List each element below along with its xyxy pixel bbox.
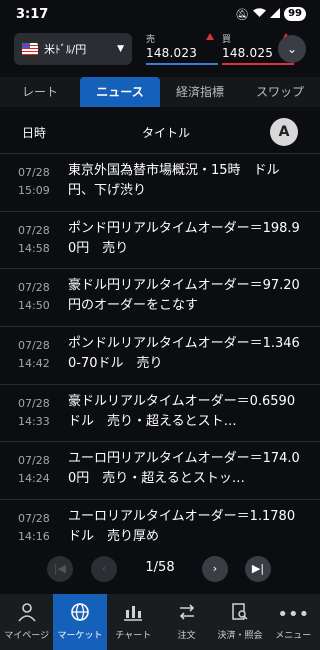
news-datetime: 07/28 14:50: [18, 279, 50, 315]
status-time: 3:17: [16, 7, 49, 22]
nav-order[interactable]: 注文: [160, 594, 213, 650]
news-title: ユーロ円リアルタイムオーダー＝174.00円 売り・超えるとストッ…: [68, 451, 300, 487]
bid-underline: [146, 63, 218, 65]
news-datetime: 07/28 14:42: [18, 337, 50, 373]
nav-label: マイページ: [4, 631, 50, 641]
news-date: 07/28: [18, 396, 50, 410]
wifi-icon: [253, 7, 267, 21]
nav-chart[interactable]: チャート: [107, 594, 160, 650]
news-table-header: 日時 タイトル A: [0, 108, 320, 154]
nav-label: 注文: [177, 631, 196, 641]
chevron-right-icon: ›: [212, 562, 218, 575]
bid-quote[interactable]: 売 148.023: [146, 32, 218, 65]
expand-button[interactable]: ⌄: [278, 35, 306, 63]
news-datetime: 07/28 14:58: [18, 222, 50, 258]
font-size-button[interactable]: A: [270, 118, 298, 146]
more-icon: •••: [277, 604, 310, 625]
last-page-button[interactable]: ▶|: [245, 556, 271, 582]
nav-label: チャート: [115, 631, 152, 641]
status-bar: 3:17 🔕︎ 99: [0, 0, 320, 30]
news-item[interactable]: 07/28 14:50 豪ドル円リアルタイムオーダー＝97.20円のオーダーをこな…: [0, 269, 320, 328]
news-title: 豪ドルリアルタイムオーダー＝0.6590ドル 売り・超えるとスト…: [68, 393, 296, 429]
nav-menu[interactable]: ••• メニュー: [267, 594, 320, 650]
rate-header: 米ﾄﾞﾙ/円 ▼ 売 148.023 買 148.025 ⌄: [0, 30, 320, 74]
news-time: 14:33: [18, 414, 50, 428]
nav-market[interactable]: マーケット: [53, 594, 107, 650]
news-item[interactable]: 07/28 15:09 東京外国為替市場概況・15時 ドル円、下げ渋り: [0, 154, 320, 212]
tab-bar: レート ニュース 経済指標 スワップ: [0, 77, 320, 107]
tab-swap[interactable]: スワップ: [240, 77, 320, 107]
nav-mypage[interactable]: マイページ: [0, 594, 53, 650]
column-header-title: タイトル: [142, 126, 191, 140]
news-title: 東京外国為替市場概況・15時 ドル円、下げ渋り: [68, 163, 280, 198]
news-datetime: 07/28 14:16: [18, 510, 50, 546]
tab-news[interactable]: ニュース: [80, 77, 160, 107]
nav-label: 決済・照会: [217, 631, 263, 641]
bid-value: 148.023: [146, 46, 198, 60]
us-flag-icon: [22, 43, 38, 55]
chart-icon: [107, 602, 160, 628]
bottom-navigation: マイページ マーケット チャート 注文 決済・照会 ••• メニュー: [0, 594, 320, 650]
mute-icon: 🔕︎: [235, 7, 250, 21]
news-time: 14:24: [18, 472, 50, 486]
currency-pair-selector[interactable]: 米ﾄﾞﾙ/円 ▼: [14, 33, 132, 65]
news-title: ポンドルリアルタイムオーダー＝1.3460-70ドル 売り: [68, 336, 300, 372]
nav-label: メニュー: [275, 631, 312, 641]
signal-icon: [270, 7, 281, 21]
news-date: 07/28: [18, 223, 50, 237]
news-date: 07/28: [18, 281, 50, 295]
news-item[interactable]: 07/28 14:33 豪ドルリアルタイムオーダー＝0.6590ドル 売り・超える…: [0, 385, 320, 443]
last-page-icon: ▶|: [251, 562, 265, 575]
news-date: 07/28: [18, 454, 50, 468]
news-time: 14:42: [18, 357, 50, 371]
column-header-date: 日時: [22, 126, 47, 140]
document-search-icon: [213, 602, 266, 628]
battery-icon: 99: [284, 7, 306, 21]
news-datetime: 07/28 15:09: [18, 164, 50, 200]
news-datetime: 07/28 14:24: [18, 452, 50, 488]
news-time: 15:09: [18, 184, 50, 197]
news-date: 07/28: [18, 339, 50, 353]
first-page-button[interactable]: |◀: [47, 556, 73, 582]
news-time: 14:50: [18, 299, 50, 313]
news-title: ポンド円リアルタイムオーダー＝198.90円 売り: [68, 220, 300, 256]
news-title: 豪ドル円リアルタイムオーダー＝97.20円のオーダーをこなす: [68, 278, 300, 314]
news-item[interactable]: 07/28 14:16 ユーロリアルタイムオーダー＝1.1780ドル 売り厚め: [0, 500, 320, 552]
page-indicator: 1/58: [145, 560, 175, 575]
ask-underline: [222, 63, 294, 65]
chevron-down-icon: ⌄: [286, 42, 298, 56]
next-page-button[interactable]: ›: [202, 556, 228, 582]
order-icon: [160, 602, 213, 628]
news-time: 14:58: [18, 241, 50, 255]
chevron-down-icon: ▼: [117, 44, 124, 54]
news-item[interactable]: 07/28 14:58 ポンド円リアルタイムオーダー＝198.90円 売り: [0, 212, 320, 270]
tab-rate[interactable]: レート: [0, 77, 80, 107]
news-time: 14:16: [18, 530, 50, 544]
pagination: |◀ ‹ 1/58 › ▶|: [0, 552, 320, 588]
price-up-icon: [206, 33, 214, 40]
currency-pair-name: 米ﾄﾞﾙ/円: [44, 43, 87, 56]
news-date: 07/28: [18, 512, 50, 526]
news-datetime: 07/28 14:33: [18, 395, 50, 431]
nav-label: マーケット: [57, 631, 103, 641]
news-list: 07/28 15:09 東京外国為替市場概況・15時 ドル円、下げ渋り 07/28…: [0, 154, 320, 552]
chevron-left-icon: ‹: [101, 562, 107, 575]
tab-economic-indicators[interactable]: 経済指標: [160, 77, 240, 107]
first-page-icon: |◀: [53, 562, 67, 575]
news-date: 07/28: [18, 166, 50, 179]
news-item[interactable]: 07/28 14:24 ユーロ円リアルタイムオーダー＝174.00円 売り・超える…: [0, 442, 320, 501]
prev-page-button[interactable]: ‹: [91, 556, 117, 582]
person-icon: [0, 602, 53, 628]
nav-settlement[interactable]: 決済・照会: [213, 594, 266, 650]
system-icons: 🔕︎ 99: [235, 7, 306, 21]
globe-icon: [53, 602, 106, 628]
news-title: ユーロリアルタイムオーダー＝1.1780ドル 売り厚め: [68, 509, 296, 545]
news-item[interactable]: 07/28 14:42 ポンドルリアルタイムオーダー＝1.3460-70ドル 売り: [0, 327, 320, 385]
